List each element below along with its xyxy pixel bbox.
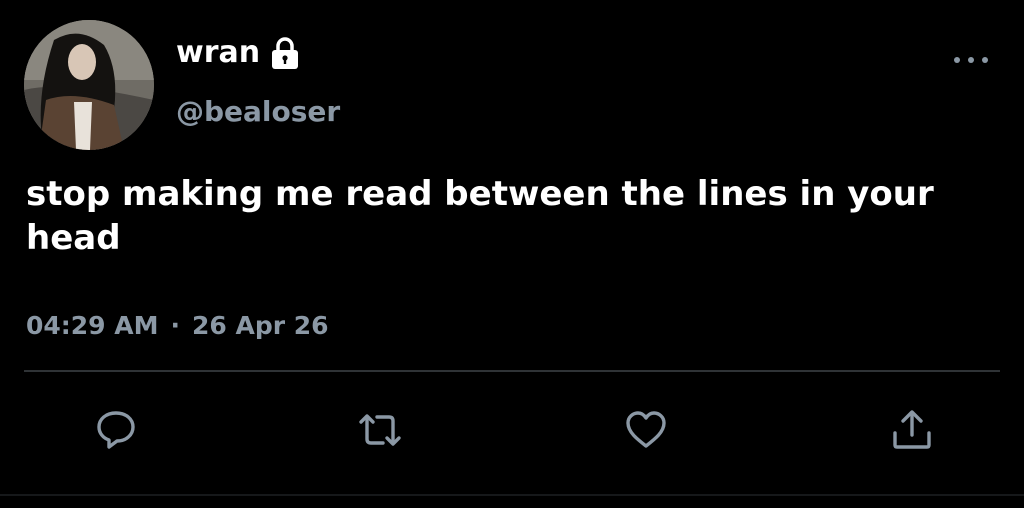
- retweet-button[interactable]: [356, 406, 404, 454]
- author-name-row: wran: [176, 33, 300, 73]
- heart-icon: [626, 411, 666, 448]
- reply-button[interactable]: [92, 406, 140, 454]
- tweet-date: 26 Apr 26: [192, 311, 329, 340]
- timestamp-separator: ·: [170, 311, 181, 340]
- like-button[interactable]: [622, 406, 670, 454]
- more-dot-icon: [982, 57, 988, 63]
- display-name[interactable]: wran: [176, 33, 260, 73]
- more-options-button[interactable]: [954, 50, 988, 70]
- more-dot-icon: [954, 57, 960, 63]
- divider: [24, 370, 1000, 372]
- user-handle[interactable]: @bealoser: [176, 92, 340, 132]
- avatar-image: [24, 20, 154, 150]
- lock-icon: [272, 37, 299, 69]
- retweet-icon: [359, 414, 401, 446]
- avatar[interactable]: [24, 20, 154, 150]
- reply-icon: [97, 411, 135, 449]
- share-icon: [893, 410, 931, 449]
- bottom-divider: [0, 494, 1024, 496]
- more-dot-icon: [968, 57, 974, 63]
- share-button[interactable]: [888, 406, 936, 454]
- timestamp[interactable]: 04:29 AM · 26 Apr 26: [26, 306, 329, 346]
- tweet-time: 04:29 AM: [26, 311, 159, 340]
- tweet-text: stop making me read between the lines in…: [26, 174, 934, 258]
